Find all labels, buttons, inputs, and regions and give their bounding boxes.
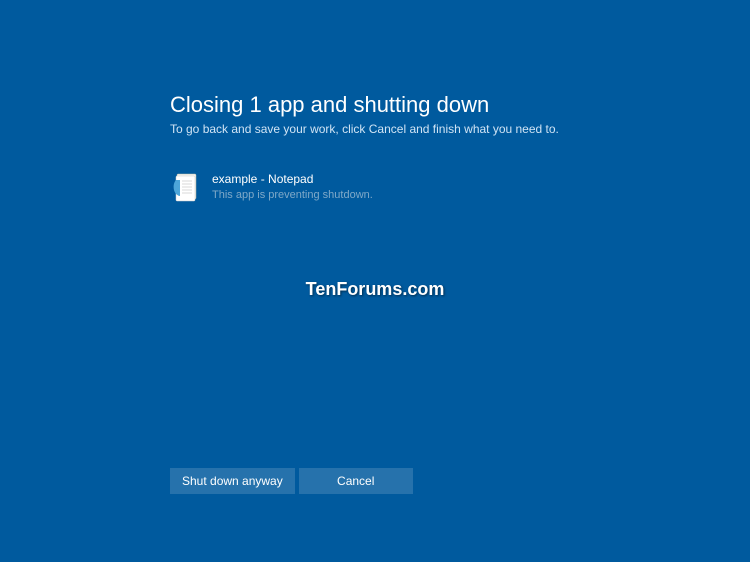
cancel-button[interactable]: Cancel <box>299 468 413 494</box>
app-name: example - Notepad <box>212 172 373 188</box>
app-status: This app is preventing shutdown. <box>212 188 373 203</box>
notepad-icon <box>170 172 202 204</box>
dialog-subtitle: To go back and save your work, click Can… <box>170 122 750 136</box>
shutdown-dialog: Closing 1 app and shutting down To go ba… <box>0 0 750 204</box>
shutdown-anyway-button[interactable]: Shut down anyway <box>170 468 295 494</box>
button-row: Shut down anyway Cancel <box>170 468 413 494</box>
app-item: example - Notepad This app is preventing… <box>170 172 750 204</box>
app-info: example - Notepad This app is preventing… <box>212 172 373 203</box>
dialog-title: Closing 1 app and shutting down <box>170 92 750 118</box>
watermark-text: TenForums.com <box>306 279 445 300</box>
blocking-apps-list: example - Notepad This app is preventing… <box>170 172 750 204</box>
